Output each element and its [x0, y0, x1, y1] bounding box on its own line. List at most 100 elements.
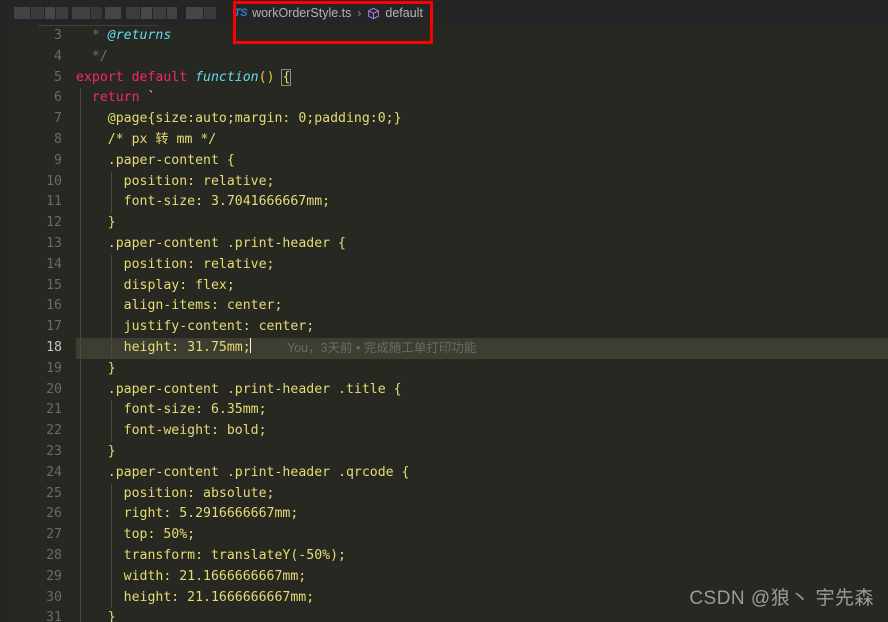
code-token: right: 5.2916666667mm; [123, 506, 299, 522]
code-line[interactable]: 25 position: absolute; [0, 483, 888, 505]
line-number: 20 [46, 381, 62, 397]
code-line-text: font-size: 3.7041666667mm; [76, 192, 330, 213]
line-number: 28 [46, 547, 62, 563]
code-token: display: flex; [123, 277, 235, 293]
code-line[interactable]: 14 position: relative; [0, 254, 888, 276]
code-line[interactable]: 6 return ` [0, 88, 888, 110]
code-token: } [107, 610, 116, 622]
code-token: ` [139, 90, 156, 106]
code-token: font-size: 3.7041666667mm; [123, 194, 331, 210]
breadcrumb: TS workOrderStyle.ts › default [232, 0, 423, 26]
code-line[interactable]: 11 font-size: 3.7041666667mm; [0, 192, 888, 214]
code-line-text: .paper-content .print-header { [76, 234, 346, 255]
code-token: .paper-content .print-header .title { [107, 381, 402, 397]
breadcrumb-symbol[interactable]: default [385, 6, 423, 20]
code-line[interactable]: 19 } [0, 358, 888, 380]
code-line[interactable]: 26 right: 5.2916666667mm; [0, 504, 888, 526]
code-line[interactable]: 29 width: 21.1666666667mm; [0, 566, 888, 588]
code-token: } [107, 215, 116, 231]
code-token: font-weight: bold; [123, 423, 267, 439]
git-blame-annotation[interactable]: You，3天前 • 完成随工单打印功能 [287, 338, 476, 359]
code-line[interactable]: 5 export default function() { [0, 68, 888, 89]
code-line-text: height: 31.75mm; [76, 337, 251, 359]
line-number: 26 [46, 506, 62, 522]
code-token: position: absolute; [123, 485, 275, 501]
line-number: 7 [54, 111, 62, 127]
code-line[interactable]: 7 @page{size:auto;margin: 0;padding:0;} [0, 109, 888, 130]
code-line[interactable]: 23 } [0, 441, 888, 463]
code-line[interactable]: 22 font-weight: bold; [0, 421, 888, 442]
line-number: 6 [54, 90, 62, 106]
censored-tab-block [204, 7, 216, 19]
code-line-text: display: flex; [76, 276, 235, 297]
code-token: width: 21.1666666667mm; [123, 568, 307, 584]
code-line[interactable]: 27 top: 50%; [0, 525, 888, 546]
code-line-text: justify-content: center; [76, 317, 315, 338]
editor-topbar: TS workOrderStyle.ts › default [0, 0, 888, 26]
code-line[interactable]: 18 height: 31.75mm; You，3天前 • 完成随工单打印功能 [0, 337, 888, 359]
code-line[interactable]: 9 .paper-content { [0, 150, 888, 172]
censored-tab-block [186, 7, 203, 19]
code-token: position: relative; [123, 173, 275, 189]
code-line[interactable]: 13 .paper-content .print-header { [0, 233, 888, 255]
code-line-text: * @returns [76, 26, 171, 47]
code-line-text: } [76, 608, 116, 622]
line-number: 29 [46, 568, 62, 584]
censored-tab-block [167, 7, 177, 19]
code-line[interactable]: 15 display: flex; [0, 275, 888, 297]
code-token: } [107, 360, 116, 376]
line-number: 25 [46, 485, 62, 501]
code-line-text: */ [76, 47, 108, 68]
code-line[interactable]: 12 } [0, 213, 888, 234]
typescript-file-icon: TS [234, 7, 248, 19]
code-line[interactable]: 17 justify-content: center; [0, 317, 888, 338]
code-token: font-size: 6.35mm; [123, 402, 267, 418]
code-token: align-items: center; [123, 298, 283, 314]
code-line[interactable]: 20 .paper-content .print-header .title { [0, 379, 888, 401]
censored-tab-block [105, 7, 121, 19]
code-line-text: } [76, 359, 116, 380]
line-number: 30 [46, 589, 62, 605]
code-line-text: font-weight: bold; [76, 421, 267, 442]
text-cursor [249, 337, 251, 353]
line-number: 18 [46, 339, 62, 355]
code-token: transform: translateY(-50%); [123, 547, 346, 563]
code-line-text: .paper-content .print-header .qrcode { [76, 463, 410, 484]
code-lines-container[interactable]: 3 * @returns 4 */5 export default function… [0, 26, 888, 622]
censored-tab-block [141, 7, 152, 19]
code-token: * [91, 28, 108, 43]
censored-tab-block [45, 7, 55, 19]
line-number: 13 [46, 235, 62, 251]
code-token: export default [76, 69, 196, 85]
code-line[interactable]: 10 position: relative; [0, 171, 888, 193]
code-line-text: height: 21.1666666667mm; [76, 588, 315, 609]
code-token: .paper-content { [107, 152, 235, 168]
code-line-text: .paper-content { [76, 151, 235, 172]
code-token: */ [91, 48, 108, 64]
breadcrumb-file[interactable]: workOrderStyle.ts [252, 6, 351, 20]
code-line[interactable]: 21 font-size: 6.35mm; [0, 400, 888, 422]
code-line[interactable]: 16 align-items: center; [0, 296, 888, 318]
code-line-text: @page{size:auto;margin: 0;padding:0;} [76, 109, 402, 130]
code-token: .paper-content .print-header { [107, 235, 346, 251]
code-line[interactable]: 31 } [0, 608, 888, 622]
code-editor[interactable]: 3 * @returns 4 */5 export default function… [0, 26, 888, 622]
code-line[interactable]: 24 .paper-content .print-header .qrcode … [0, 462, 888, 484]
code-token: position: relative; [123, 256, 275, 272]
line-number: 10 [46, 173, 62, 189]
code-line[interactable]: 8 /* px 转 mm */ [0, 129, 888, 151]
line-number: 11 [46, 194, 62, 210]
code-line[interactable]: 3 * @returns [0, 26, 888, 47]
editor-tab-strip[interactable] [0, 0, 232, 26]
code-token: height: 21.1666666667mm; [123, 589, 315, 605]
line-number: 14 [46, 256, 62, 272]
line-number: 3 [54, 28, 62, 43]
code-line[interactable]: 28 transform: translateY(-50%); [0, 545, 888, 567]
censored-tab-block [14, 7, 30, 19]
code-line[interactable]: 30 height: 21.1666666667mm; [0, 587, 888, 609]
code-line-text: position: relative; [76, 255, 275, 276]
code-line-text: position: relative; [76, 172, 275, 193]
line-number: 31 [46, 610, 62, 622]
code-line[interactable]: 4 */ [0, 47, 888, 68]
line-number: 21 [46, 402, 62, 418]
